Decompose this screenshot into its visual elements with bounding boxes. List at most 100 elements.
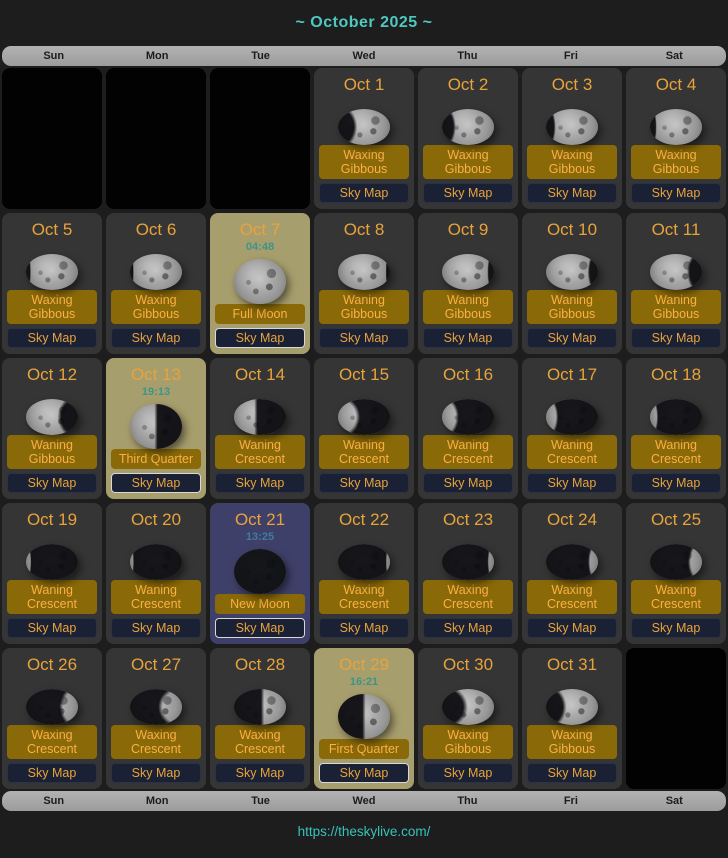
sky-map-button[interactable]: Sky Map [319,183,409,203]
empty-cell [626,648,726,789]
moon-image [442,689,494,725]
sky-map-button[interactable]: Sky Map [7,473,97,493]
moon-image [442,399,494,435]
site-url[interactable]: https://theskylive.com/ [0,811,728,852]
moon-shadow-overlay [234,549,286,594]
moon-image [26,689,78,725]
sky-map-button[interactable]: Sky Map [319,473,409,493]
day-date: Oct 22 [314,510,414,530]
moon-shadow-overlay [130,689,182,725]
phase-badge: Waxing Gibbous [111,290,201,324]
phase-event-time [314,385,414,395]
sky-map-button[interactable]: Sky Map [631,473,721,493]
day-cell: Oct 14 Waning Crescent Sky Map [210,358,310,499]
phase-event-time [2,240,102,250]
sky-map-button[interactable]: Sky Map [111,473,201,493]
sky-map-button[interactable]: Sky Map [527,473,617,493]
phase-event-time [2,675,102,685]
sky-map-button[interactable]: Sky Map [319,763,409,783]
moon-image [650,544,702,580]
day-cell: Oct 5 Waxing Gibbous Sky Map [2,213,102,354]
sky-map-button[interactable]: Sky Map [215,473,305,493]
phase-badge: Waning Crescent [319,435,409,469]
sky-map-button[interactable]: Sky Map [423,618,513,638]
sky-map-button[interactable]: Sky Map [111,618,201,638]
moon-image [546,544,598,580]
day-cell: Oct 18 Waning Crescent Sky Map [626,358,726,499]
moon-image [130,544,182,580]
moon-shadow-overlay [546,109,598,145]
moon-shadow-overlay [546,399,598,435]
sky-map-button[interactable]: Sky Map [215,618,305,638]
day-date: Oct 24 [522,510,622,530]
phase-badge: New Moon [215,594,305,614]
sky-map-button[interactable]: Sky Map [423,763,513,783]
day-date: Oct 1 [314,75,414,95]
weekday-label: Fri [519,50,622,62]
sky-map-button[interactable]: Sky Map [631,183,721,203]
day-date: Oct 2 [418,75,518,95]
moon-shadow-overlay [338,254,390,290]
sky-map-button[interactable]: Sky Map [319,328,409,348]
phase-event-time [210,385,310,395]
sky-map-button[interactable]: Sky Map [527,183,617,203]
moon-image [546,109,598,145]
sky-map-button[interactable]: Sky Map [631,618,721,638]
day-cell: Oct 24 Waxing Crescent Sky Map [522,503,622,644]
moon-image [130,689,182,725]
moon-image [26,399,78,435]
day-cell: Oct 1 Waxing Gibbous Sky Map [314,68,414,209]
phase-event-time [418,530,518,540]
weekday-label: Sat [623,50,726,62]
weekday-label: Thu [416,50,519,62]
sky-map-button[interactable]: Sky Map [215,328,305,348]
sky-map-button[interactable]: Sky Map [111,763,201,783]
phase-event-time: 04:48 [210,240,310,255]
sky-map-button[interactable]: Sky Map [527,328,617,348]
sky-map-button[interactable]: Sky Map [423,473,513,493]
phase-badge: Waning Crescent [111,580,201,614]
moon-image [338,399,390,435]
moon-shadow-overlay [26,689,78,725]
sky-map-button[interactable]: Sky Map [527,618,617,638]
phase-event-time [626,240,726,250]
sky-map-button[interactable]: Sky Map [7,328,97,348]
phase-event-time [418,385,518,395]
moon-shadow-overlay [26,399,78,435]
phase-event-time [522,675,622,685]
sky-map-button[interactable]: Sky Map [631,328,721,348]
moon-shadow-overlay [442,689,494,725]
day-date: Oct 4 [626,75,726,95]
phase-badge: Waxing Crescent [423,580,513,614]
phase-event-time [106,240,206,250]
page-title: ~ October 2025 ~ [0,0,728,46]
sky-map-button[interactable]: Sky Map [423,183,513,203]
phase-event-time [314,530,414,540]
weekday-label: Wed [312,50,415,62]
moon-image [650,399,702,435]
empty-cell [106,68,206,209]
day-date: Oct 21 [210,510,310,530]
moon-shadow-overlay [338,544,390,580]
phase-event-time [522,240,622,250]
sky-map-button[interactable]: Sky Map [215,763,305,783]
day-cell: Oct 11 Waning Gibbous Sky Map [626,213,726,354]
day-cell: Oct 3 Waxing Gibbous Sky Map [522,68,622,209]
sky-map-button[interactable]: Sky Map [111,328,201,348]
moon-image [130,254,182,290]
phase-badge: Waxing Crescent [111,725,201,759]
phase-badge: Waxing Gibbous [319,145,409,179]
moon-shadow-overlay [650,254,702,290]
day-date: Oct 25 [626,510,726,530]
moon-image [234,689,286,725]
sky-map-button[interactable]: Sky Map [423,328,513,348]
phase-badge: Waning Crescent [527,435,617,469]
phase-badge: Waxing Gibbous [631,145,721,179]
sky-map-button[interactable]: Sky Map [7,763,97,783]
sky-map-button[interactable]: Sky Map [7,618,97,638]
day-date: Oct 26 [2,655,102,675]
sky-map-button[interactable]: Sky Map [527,763,617,783]
phase-badge: Waxing Gibbous [7,290,97,324]
moon-shadow-overlay [338,399,390,435]
sky-map-button[interactable]: Sky Map [319,618,409,638]
